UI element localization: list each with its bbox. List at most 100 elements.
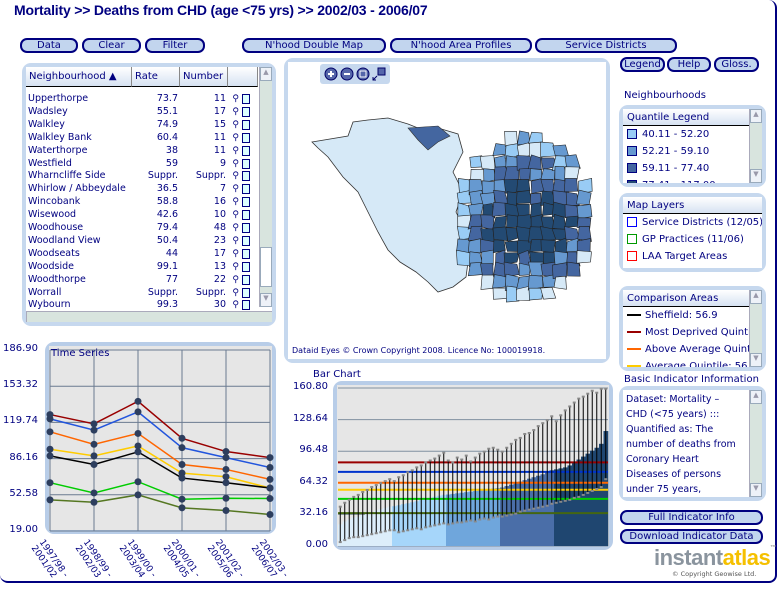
error-cap bbox=[392, 480, 396, 483]
error-cap bbox=[446, 459, 450, 462]
error-cap bbox=[419, 464, 423, 467]
error-cap bbox=[545, 419, 549, 422]
error-cap bbox=[505, 514, 509, 517]
error-cap bbox=[559, 414, 563, 417]
error-cap bbox=[487, 447, 491, 450]
error-cap bbox=[478, 518, 482, 521]
error-cap bbox=[545, 504, 549, 507]
error-cap bbox=[374, 532, 378, 535]
error-cap bbox=[401, 474, 405, 477]
error-cap bbox=[338, 541, 342, 544]
error-cap bbox=[473, 520, 477, 523]
error-cap bbox=[464, 520, 468, 523]
error-cap bbox=[568, 498, 572, 501]
error-cap bbox=[338, 505, 342, 508]
error-cap bbox=[406, 529, 410, 532]
error-cap bbox=[509, 513, 513, 516]
error-cap bbox=[586, 392, 590, 395]
error-cap bbox=[595, 391, 599, 394]
error-cap bbox=[455, 521, 459, 524]
error-cap bbox=[599, 486, 603, 489]
error-cap bbox=[604, 478, 608, 481]
error-cap bbox=[586, 491, 590, 494]
error-cap bbox=[532, 429, 536, 432]
y-tick-label: 0.00 bbox=[305, 539, 328, 550]
error-cap bbox=[406, 471, 410, 474]
error-cap bbox=[536, 506, 540, 509]
error-cap bbox=[478, 452, 482, 455]
error-cap bbox=[496, 515, 500, 518]
error-cap bbox=[514, 512, 518, 515]
y-tick-label: 128.64 bbox=[293, 412, 328, 424]
error-cap bbox=[460, 458, 464, 461]
error-cap bbox=[401, 530, 405, 533]
error-cap bbox=[347, 537, 351, 540]
error-cap bbox=[352, 536, 356, 539]
error-cap bbox=[527, 508, 531, 511]
error-cap bbox=[469, 519, 473, 522]
error-cap bbox=[415, 527, 419, 530]
error-cap bbox=[370, 533, 374, 536]
error-cap bbox=[415, 466, 419, 469]
error-cap bbox=[550, 415, 554, 418]
error-cap bbox=[590, 389, 594, 392]
error-cap bbox=[491, 446, 495, 449]
error-cap bbox=[379, 531, 383, 534]
error-cap bbox=[536, 425, 540, 428]
error-cap bbox=[446, 523, 450, 526]
error-cap bbox=[505, 446, 509, 449]
error-cap bbox=[599, 387, 603, 390]
error-cap bbox=[496, 448, 500, 451]
error-cap bbox=[518, 436, 522, 439]
error-cap bbox=[343, 501, 347, 504]
error-cap bbox=[464, 454, 468, 457]
error-cap bbox=[424, 526, 428, 529]
y-tick-label: 160.80 bbox=[293, 381, 328, 392]
error-cap bbox=[410, 528, 414, 531]
error-cap bbox=[523, 509, 527, 512]
error-cap bbox=[365, 534, 369, 537]
error-cap bbox=[424, 461, 428, 464]
error-cap bbox=[370, 486, 374, 489]
error-cap bbox=[509, 442, 513, 445]
error-cap bbox=[554, 420, 558, 423]
error-cap bbox=[568, 405, 572, 408]
error-cap bbox=[451, 461, 455, 464]
error-cap bbox=[392, 529, 396, 532]
error-cap bbox=[455, 456, 459, 459]
error-cap bbox=[361, 535, 365, 538]
error-cap bbox=[433, 457, 437, 460]
error-cap bbox=[442, 522, 446, 525]
error-cap bbox=[437, 454, 441, 457]
error-cap bbox=[581, 493, 585, 496]
error-cap bbox=[541, 505, 545, 508]
error-cap bbox=[563, 499, 567, 502]
y-tick-label: 64.32 bbox=[299, 475, 328, 487]
error-cap bbox=[550, 502, 554, 505]
error-cap bbox=[388, 529, 392, 532]
error-cap bbox=[365, 488, 369, 491]
error-cap bbox=[383, 480, 387, 483]
y-tick-label: 96.48 bbox=[299, 444, 328, 456]
error-cap bbox=[473, 456, 477, 459]
bar-chart bbox=[338, 387, 609, 547]
error-cap bbox=[482, 517, 486, 520]
error-cap bbox=[523, 432, 527, 435]
error-cap bbox=[595, 488, 599, 491]
error-cap bbox=[397, 476, 401, 479]
error-cap bbox=[482, 450, 486, 453]
error-cap bbox=[361, 490, 365, 493]
error-cap bbox=[379, 482, 383, 485]
error-cap bbox=[419, 528, 423, 531]
error-cap bbox=[428, 459, 432, 462]
error-cap bbox=[356, 493, 360, 496]
time-series-title: Time Series bbox=[51, 348, 110, 359]
error-cap bbox=[343, 539, 347, 542]
error-cap bbox=[581, 395, 585, 398]
error-cap bbox=[590, 489, 594, 492]
error-cap bbox=[577, 495, 581, 498]
error-cap bbox=[397, 531, 401, 534]
error-cap bbox=[604, 387, 608, 390]
error-cap bbox=[514, 438, 518, 441]
error-cap bbox=[442, 451, 446, 454]
